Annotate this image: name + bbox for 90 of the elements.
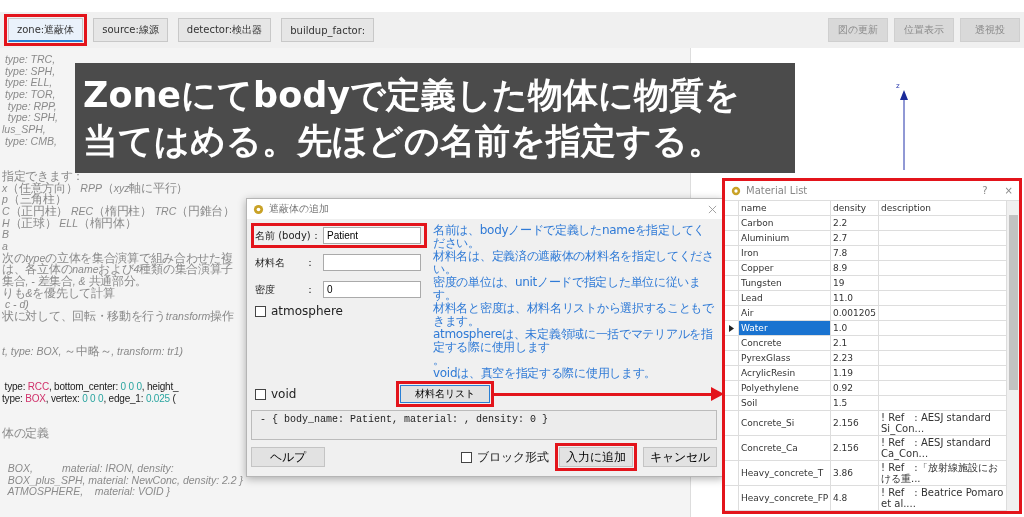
help-button[interactable]: ? bbox=[982, 185, 988, 196]
code-comment: lus_SPH, bbox=[1, 124, 46, 136]
table-cell[interactable]: Lead bbox=[739, 291, 831, 306]
code-comment: c - d) bbox=[4, 299, 29, 311]
table-cell[interactable]: Aluminium bbox=[739, 231, 831, 246]
code-comment: ATMOSPHERE, material: VOID } bbox=[6, 486, 171, 499]
table-cell: 1.19 bbox=[831, 366, 879, 381]
table-cell: 2.7 bbox=[831, 231, 879, 246]
table-cell[interactable]: PyrexGlass bbox=[739, 351, 831, 366]
table-cell: 0.92 bbox=[831, 381, 879, 396]
code-comment: type: ELL, bbox=[3, 77, 53, 90]
code-line: type: RCC, bottom_center: 0 0 0, height_ bbox=[3, 381, 179, 393]
code-comment: 体の定義 bbox=[1, 428, 49, 440]
scrollbar[interactable] bbox=[1007, 201, 1019, 511]
code-comment: BOX, material: IRON, density: bbox=[6, 463, 174, 475]
table-cell: 4.8 bbox=[831, 486, 879, 511]
callout-text: 当てはめる。先ほどの名前を指定する。 bbox=[83, 120, 723, 163]
code-comment: 集合, - 差集合, & 共通部分。 bbox=[1, 276, 148, 288]
code-comment: x（任意方向） RPP（xyz軸に平行） bbox=[1, 182, 188, 195]
table-cell: 2.23 bbox=[831, 351, 879, 366]
table-cell[interactable]: Heavy_concrete_FP bbox=[739, 486, 831, 511]
table-cell[interactable]: Concrete bbox=[739, 336, 831, 351]
field-label: 密度 ： bbox=[255, 282, 316, 297]
table-cell: 0.001205 bbox=[831, 306, 879, 321]
table-cell: 19 bbox=[831, 276, 879, 291]
window-title: Material List bbox=[746, 185, 809, 196]
code-comment: type: CMB, bbox=[4, 135, 57, 148]
code-comment: t, type: BOX, ～中略～, transform: tr1) bbox=[1, 346, 184, 358]
table-cell[interactable]: Copper bbox=[739, 261, 831, 276]
table-cell: 2.1 bbox=[831, 336, 879, 351]
close-button[interactable]: × bbox=[1004, 185, 1013, 196]
code-comment: 状に対して、回転・移動を行うtransform操作 bbox=[1, 311, 234, 323]
code-comment: type: TRC, bbox=[3, 54, 56, 66]
current-row-icon bbox=[729, 324, 734, 332]
code-comment: BOX_plus_SPH, material: NewConc, density: 2.2 } bbox=[6, 474, 244, 487]
table-cell[interactable]: Water bbox=[739, 321, 831, 336]
table-cell[interactable]: Carbon bbox=[739, 216, 831, 231]
table-cell[interactable]: AcrylicResin bbox=[739, 366, 831, 381]
table-cell: 1.0 bbox=[831, 321, 879, 336]
help-text: 名前は、bodyノードで定義したnameを指定してください。 材料名は、定義済の遮蔽体の材料名を指定してください。 密度の単位は、unitノードで指定した単位に従います。 材料名と密度は、材料名リストから選択することもできます。 atmosphereは、未定義領域に一括でマテリアルを指定する際に使用します 。 voidは、真空を指定する際に使用します。 bbox=[433, 223, 715, 380]
table-cell: 8.9 bbox=[831, 261, 879, 276]
table-cell[interactable]: Polyethylene bbox=[739, 381, 831, 396]
code-comment: C（正円柱） REC（楕円柱） TRC（円錐台） bbox=[2, 205, 235, 218]
column-header[interactable]: density bbox=[831, 201, 879, 216]
input-field[interactable]: Patient bbox=[323, 227, 421, 244]
table-cell: 2.2 bbox=[831, 216, 879, 231]
table-cell: 1.5 bbox=[831, 396, 879, 411]
checkbox[interactable]: void bbox=[255, 387, 297, 401]
code-comment: H（正球） ELL（楕円体） bbox=[1, 217, 137, 230]
table-cell: 2.156 bbox=[831, 411, 879, 436]
preview-box: - { body_name: Patient, material: , density: 0 } bbox=[251, 410, 717, 440]
tab[interactable]: source:線源 bbox=[93, 18, 168, 42]
table-cell: 11.0 bbox=[831, 291, 879, 306]
checkbox[interactable]: atmosphere bbox=[255, 304, 343, 318]
code-comment: type: RPP, bbox=[7, 100, 57, 113]
column-header[interactable]: name bbox=[739, 201, 831, 216]
cancel-button[interactable]: キャンセル bbox=[643, 447, 717, 467]
table-cell[interactable]: Concrete_Si bbox=[739, 411, 831, 436]
close-icon[interactable] bbox=[708, 204, 717, 214]
column-header[interactable]: description bbox=[879, 201, 1007, 216]
material-list-button[interactable]: 材料名リスト bbox=[400, 385, 491, 403]
table-cell[interactable]: Tungsten bbox=[739, 276, 831, 291]
input-field[interactable]: 0 bbox=[323, 281, 421, 298]
table-cell[interactable]: Iron bbox=[739, 246, 831, 261]
dialog-title: 遮蔽体の追加 bbox=[269, 202, 330, 216]
callout-text: Zoneにてbodyで定義した物体に物質を bbox=[83, 74, 741, 117]
code-line: type: BOX, vertex: 0 0 0, edge_1: 0.025 ( bbox=[1, 392, 176, 405]
tab[interactable]: buildup_factor: bbox=[281, 18, 374, 42]
tab[interactable]: zone:遮蔽体 bbox=[8, 18, 84, 42]
code-comment: 指定できます： bbox=[1, 170, 84, 183]
field-label: 名前 (body)： bbox=[255, 228, 322, 243]
code-comment: a bbox=[1, 241, 8, 252]
help-button[interactable]: ヘルプ bbox=[251, 447, 325, 467]
table-cell[interactable]: Concrete_Ca bbox=[739, 436, 831, 461]
field-label: 材料名 ： bbox=[255, 255, 316, 270]
code-comment: B bbox=[1, 229, 9, 241]
table-cell[interactable]: Heavy_concrete_T bbox=[739, 461, 831, 486]
code-comment: type: TOR, bbox=[3, 89, 56, 101]
code-comment: type: SPH, bbox=[3, 65, 56, 78]
table-cell: 3.86 bbox=[831, 461, 879, 486]
checkbox[interactable]: ブロック形式 bbox=[461, 448, 549, 466]
code-comment: p（三角柱） bbox=[0, 194, 67, 206]
table-cell: 2.156 bbox=[831, 436, 879, 461]
tab[interactable]: detector:検出器 bbox=[177, 18, 272, 42]
add-button[interactable]: 入力に追加 bbox=[559, 447, 633, 467]
code-comment: りも&を優先して計算 bbox=[1, 287, 115, 300]
code-comment: type: SPH, bbox=[6, 112, 59, 125]
input-field[interactable] bbox=[323, 254, 421, 271]
table-cell[interactable]: Soil bbox=[739, 396, 831, 411]
table-cell: 7.8 bbox=[831, 246, 879, 261]
